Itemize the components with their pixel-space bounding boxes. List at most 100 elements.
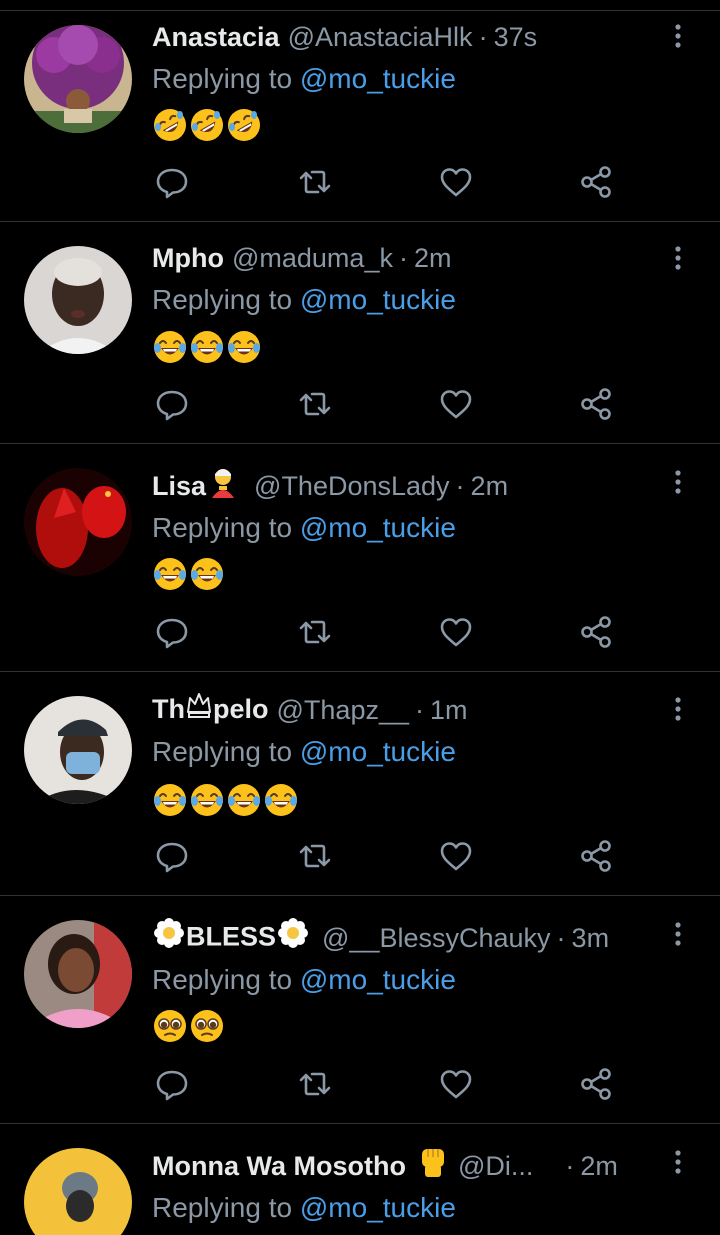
timestamp[interactable]: 2m — [580, 1146, 618, 1186]
like-button[interactable] — [436, 162, 476, 202]
avatar[interactable] — [24, 1148, 132, 1235]
retweet-button[interactable] — [295, 162, 335, 202]
tweet[interactable]: Mpho @maduma_k · 2m Replying to @mo_tuck… — [0, 222, 720, 444]
reply-icon — [152, 162, 192, 202]
reply-button[interactable] — [152, 836, 192, 876]
rolling-on-floor-laughing-emoji — [226, 107, 263, 143]
timestamp[interactable]: 37s — [494, 17, 538, 57]
avatar[interactable] — [24, 468, 132, 576]
mention-link[interactable]: @mo_tuckie — [300, 284, 456, 315]
replying-label: Replying to — [152, 284, 300, 315]
display-name[interactable]: Th pelo — [152, 689, 269, 731]
replying-label: Replying to — [152, 63, 300, 94]
like-button[interactable] — [436, 384, 476, 424]
avatar-image — [24, 920, 132, 1028]
timestamp[interactable]: 1m — [430, 690, 468, 730]
share-icon — [576, 836, 616, 876]
user-handle[interactable]: @AnastaciaHlk — [288, 17, 473, 57]
user-handle[interactable]: @TheDonsLady — [254, 466, 450, 506]
avatar-image — [24, 468, 132, 576]
retweet-icon — [295, 1064, 335, 1104]
timestamp[interactable]: 2m — [471, 466, 509, 506]
display-name[interactable]: BLESS — [152, 916, 310, 961]
separator: · — [415, 695, 424, 725]
tweet[interactable]: Monna Wa Mosotho @Di... · 2m Replying to… — [0, 1124, 720, 1235]
retweet-button[interactable] — [295, 1064, 335, 1104]
heart-icon — [436, 162, 476, 202]
display-name[interactable]: Mpho — [152, 238, 224, 278]
display-name-part: Th — [152, 693, 185, 724]
avatar[interactable] — [24, 25, 132, 133]
mention-link[interactable]: @mo_tuckie — [300, 1192, 456, 1223]
timestamp[interactable]: 3m — [572, 918, 610, 958]
face-with-tears-of-joy-emoji — [226, 782, 263, 818]
avatar[interactable] — [24, 246, 132, 354]
share-button[interactable] — [576, 1064, 616, 1104]
tweet-text — [152, 107, 263, 143]
rolling-on-floor-laughing-emoji — [152, 107, 189, 143]
more-options-button[interactable] — [666, 238, 690, 278]
replying-label: Replying to — [152, 736, 300, 767]
share-button[interactable] — [576, 162, 616, 202]
share-button[interactable] — [576, 836, 616, 876]
more-options-button[interactable] — [666, 16, 690, 56]
reply-icon — [152, 384, 192, 424]
more-vertical-icon — [666, 914, 690, 954]
reply-button[interactable] — [152, 162, 192, 202]
replying-label: Replying to — [152, 512, 300, 543]
tweet[interactable]: Th pelo @Thapz__ · 1m Replying to @mo_tuc… — [0, 672, 720, 896]
separator: · — [398, 243, 408, 273]
user-handle[interactable]: @Di... — [458, 1146, 533, 1186]
display-name-part: pelo — [213, 693, 269, 724]
mention-link[interactable]: @mo_tuckie — [300, 512, 456, 543]
user-handle[interactable]: @Thapz__ — [277, 690, 409, 730]
tweet[interactable]: Lisa @TheDonsLady · 2m Replying to @mo_t… — [0, 444, 720, 672]
face-with-tears-of-joy-emoji — [152, 782, 189, 818]
share-icon — [576, 162, 616, 202]
replying-to: Replying to @mo_tuckie — [152, 960, 456, 1000]
reply-button[interactable] — [152, 1064, 192, 1104]
more-options-button[interactable] — [666, 689, 690, 729]
tweet-actions — [152, 836, 622, 876]
avatar[interactable] — [24, 920, 132, 1028]
retweet-button[interactable] — [295, 384, 335, 424]
reply-button[interactable] — [152, 612, 192, 652]
more-options-button[interactable] — [666, 914, 690, 954]
raised-fist-emoji — [416, 1143, 450, 1190]
reply-button[interactable] — [152, 384, 192, 424]
display-name[interactable]: Monna Wa Mosotho — [152, 1146, 406, 1186]
retweet-icon — [295, 836, 335, 876]
like-button[interactable] — [436, 836, 476, 876]
like-button[interactable] — [436, 612, 476, 652]
more-options-button[interactable] — [666, 1142, 690, 1182]
replies-feed: Anastacia @AnastaciaHlk · 37s Replying t… — [0, 0, 720, 1235]
share-button[interactable] — [576, 384, 616, 424]
face-with-tears-of-joy-emoji — [263, 782, 300, 818]
tweet[interactable]: BLESS @__BlessyChauky · 3m Replying to @… — [0, 896, 720, 1124]
user-handle[interactable]: @__BlessyChauky — [322, 918, 551, 958]
avatar[interactable] — [24, 696, 132, 804]
retweet-button[interactable] — [295, 836, 335, 876]
face-with-tears-of-joy-emoji — [189, 556, 226, 592]
display-name[interactable]: Lisa — [152, 466, 206, 506]
mention-link[interactable]: @mo_tuckie — [300, 964, 456, 995]
share-button[interactable] — [576, 612, 616, 652]
tweet-text — [152, 1008, 226, 1044]
retweet-icon — [295, 384, 335, 424]
tweet[interactable]: Anastacia @AnastaciaHlk · 37s Replying t… — [0, 11, 720, 222]
share-icon — [576, 1064, 616, 1104]
mention-link[interactable]: @mo_tuckie — [300, 63, 456, 94]
face-with-tears-of-joy-emoji — [189, 782, 226, 818]
more-options-button[interactable] — [666, 462, 690, 502]
user-handle[interactable]: @maduma_k — [232, 238, 393, 278]
mention-link[interactable]: @mo_tuckie — [300, 736, 456, 767]
more-vertical-icon — [666, 462, 690, 502]
share-icon — [576, 612, 616, 652]
like-button[interactable] — [436, 1064, 476, 1104]
timestamp[interactable]: 2m — [414, 238, 452, 278]
display-name[interactable]: Anastacia — [152, 17, 280, 57]
retweet-button[interactable] — [295, 612, 335, 652]
pleading-face-emoji — [152, 1008, 189, 1044]
separator: · — [556, 923, 566, 953]
heart-icon — [436, 384, 476, 424]
